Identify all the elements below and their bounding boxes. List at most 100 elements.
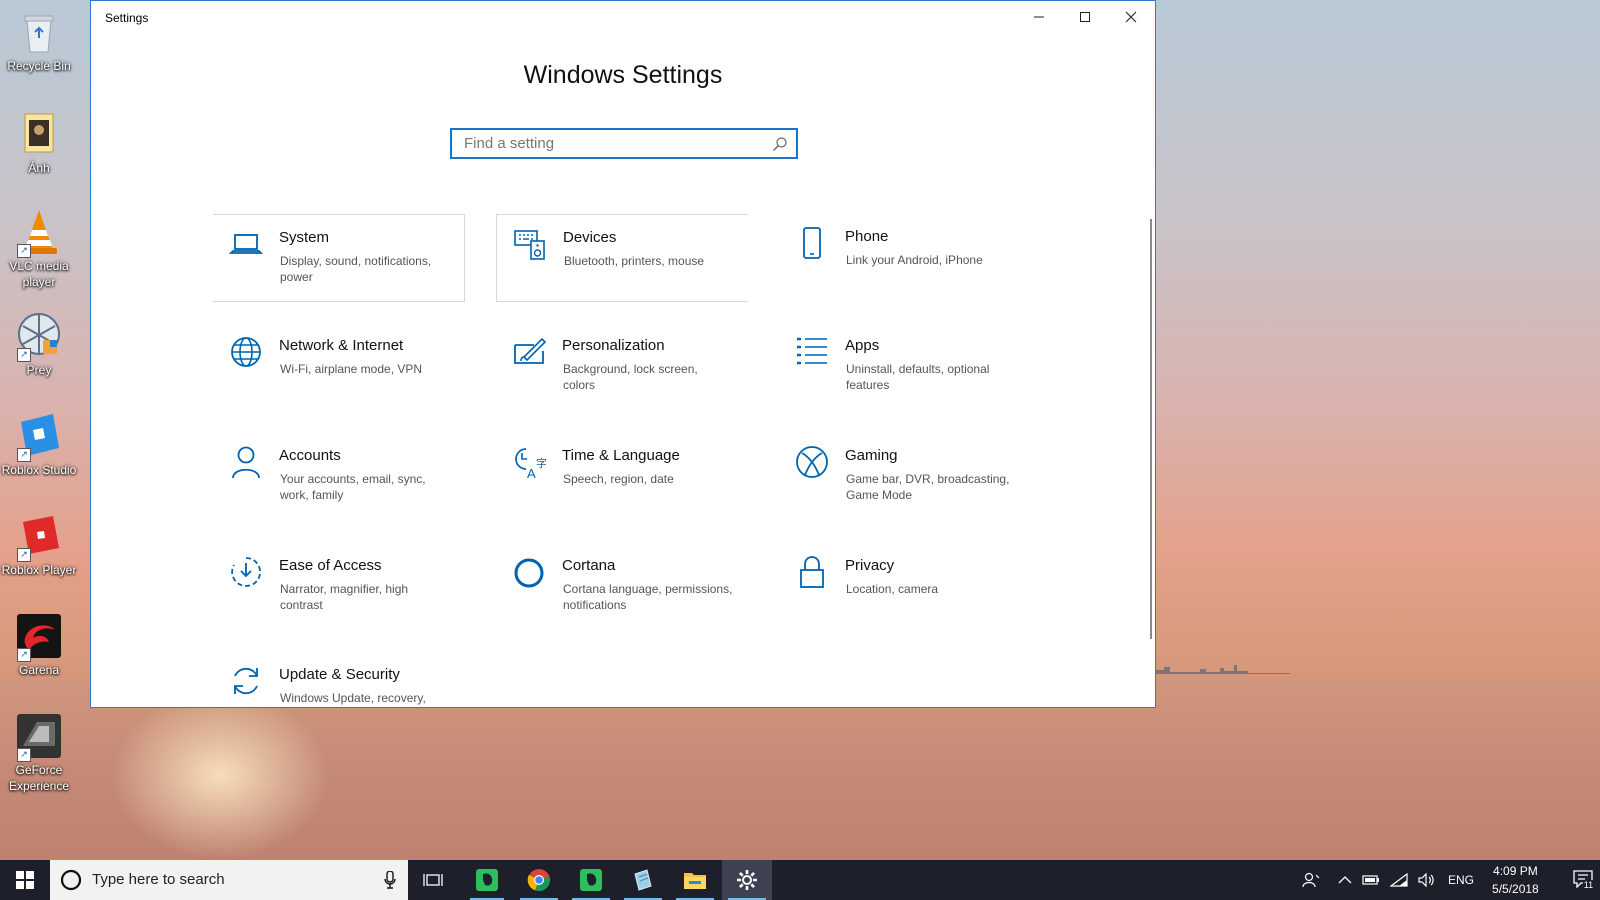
desktop-icon-recycle-bin[interactable]: Recycle Bin [0,8,78,74]
list-icon [795,335,829,369]
tile-privacy[interactable]: Privacy Location, camera [779,543,1031,631]
tile-phone[interactable]: Phone Link your Android, iPhone [779,214,1031,302]
taskbar-search-box[interactable]: Type here to search [50,860,408,900]
notepad-icon [634,869,652,891]
desktop-icon-label: Roblox Studio [1,463,77,477]
desktop-icon-label: Prey [26,363,52,377]
cortana-icon [512,555,546,589]
shortcut-arrow-icon: ↗ [17,748,31,762]
roblox-player-icon: ↗ [15,512,63,562]
tile-update-security[interactable]: Update & Security Windows Update, recove… [213,652,465,707]
scrollbar[interactable] [1150,219,1152,639]
task-view-icon [423,874,443,886]
clock-date: 5/5/2018 [1492,882,1539,896]
tile-description: Link your Android, iPhone [846,253,983,267]
person-icon [229,445,263,479]
tile-description: Narrator, magnifier, high contrast [280,582,409,612]
tile-title: Gaming [845,447,898,464]
prey-icon: ↗ [15,312,63,362]
desktop-icon-prey[interactable]: ↗ Prey [0,312,78,378]
action-center-button[interactable]: 11 [1573,870,1595,890]
svg-text:A: A [527,466,536,479]
taskbar-app-notes[interactable] [618,860,668,900]
tile-description: Windows Update, recovery, backup [280,691,426,705]
tile-title: Apps [845,337,880,354]
tile-title: Accounts [279,447,341,464]
vlc-cone-icon: ↗ [15,208,63,258]
settings-search-box[interactable] [450,128,798,159]
window-title: Settings [105,11,149,25]
evernote-icon [580,869,602,891]
page-title: Windows Settings [523,61,723,89]
shortcut-arrow-icon: ↗ [17,548,31,562]
close-button[interactable] [1108,1,1154,33]
tile-description: Speech, region, date [563,472,674,486]
wifi-icon[interactable] [1390,873,1408,887]
task-view-button[interactable] [410,860,456,900]
taskbar: Type here to search ENG 4:09 PM 5/5/2018… [0,860,1600,900]
desktop-icon-anh[interactable]: Ảnh [0,110,78,176]
taskbar-app-evernote-2[interactable] [566,860,616,900]
language-indicator[interactable]: ENG [1448,873,1474,887]
desktop-icon-roblox-studio[interactable]: ↗ Roblox Studio [0,412,78,478]
minimize-button[interactable] [1016,1,1062,33]
desktop-icon-geforce[interactable]: ↗ GeForce Experience [0,712,78,794]
tile-description: Bluetooth, printers, mouse [564,254,705,268]
desktop-icon-roblox-player[interactable]: ↗ Roblox Player [0,512,78,578]
people-icon[interactable] [1302,872,1320,888]
desktop-icon-label: VLC media player [9,259,69,289]
tile-title: Network & Internet [279,337,404,354]
cortana-ring-icon [60,869,82,891]
taskbar-app-settings[interactable] [722,860,772,900]
tile-accounts[interactable]: Accounts Your accounts, email, sync, wor… [213,433,465,521]
phone-icon [795,226,829,260]
taskbar-app-chrome[interactable] [514,860,564,900]
clock-time: 4:09 PM [1493,864,1538,878]
tile-time-language[interactable]: A字 Time & Language Speech, region, date [496,433,748,521]
search-input[interactable] [452,130,764,157]
tile-system[interactable]: System Display, sound, notifications, po… [213,214,465,302]
chevron-up-icon[interactable] [1338,875,1352,885]
maximize-button[interactable] [1062,1,1108,33]
desktop-icon-garena[interactable]: ↗ Garena [0,612,78,678]
tile-apps[interactable]: Apps Uninstall, defaults, optional featu… [779,323,1031,411]
tile-title: Cortana [562,557,616,574]
desktop-icon-vlc[interactable]: ↗ VLC media player [0,208,78,290]
tile-description: Location, camera [846,582,939,596]
tile-devices[interactable]: Devices Bluetooth, printers, mouse [496,214,748,302]
tile-description: Your accounts, email, sync, work, family [280,472,426,502]
shortcut-arrow-icon: ↗ [17,244,31,258]
tile-personalization[interactable]: Personalization Background, lock screen,… [496,323,748,411]
tile-title: Time & Language [562,447,680,464]
settings-window: Settings Windows Settings System Display… [90,0,1156,708]
folder-icon [684,873,706,889]
windows-logo-icon [16,871,34,889]
system-tray: ENG 4:09 PM 5/5/2018 11 [1302,860,1595,900]
battery-icon[interactable] [1362,874,1380,886]
desktop-icon-label: Garena [18,663,60,677]
ease-of-access-icon [229,555,263,589]
gear-icon [737,870,757,890]
time-language-icon: A字 [512,445,547,481]
start-button[interactable] [0,860,50,900]
clock[interactable]: 4:09 PM 5/5/2018 [1492,862,1539,898]
search-icon[interactable] [772,136,788,152]
desktop-icon-label: GeForce Experience [8,763,70,793]
tile-description: Display, sound, notifications, power [280,254,432,284]
recycle-bin-icon [15,8,63,56]
tile-title: Privacy [845,557,895,574]
taskbar-app-file-explorer[interactable] [670,860,720,900]
tile-ease-of-access[interactable]: Ease of Access Narrator, magnifier, high… [213,543,465,631]
desktop-icon-label: Roblox Player [1,563,77,577]
tile-cortana[interactable]: Cortana Cortana language, permissions, n… [496,543,748,631]
laptop-icon [228,227,264,261]
microphone-icon[interactable] [384,871,396,889]
taskbar-app-evernote[interactable] [464,860,510,900]
desktop-icon-label: Recycle Bin [7,59,71,73]
tile-network[interactable]: Network & Internet Wi-Fi, airplane mode,… [213,323,465,411]
title-bar[interactable]: Settings [91,1,1155,35]
tile-gaming[interactable]: Gaming Game bar, DVR, broadcasting, Game… [779,433,1031,521]
keyboard-speaker-icon [513,227,547,261]
tile-title: Update & Security [279,666,400,683]
volume-icon[interactable] [1418,873,1436,887]
